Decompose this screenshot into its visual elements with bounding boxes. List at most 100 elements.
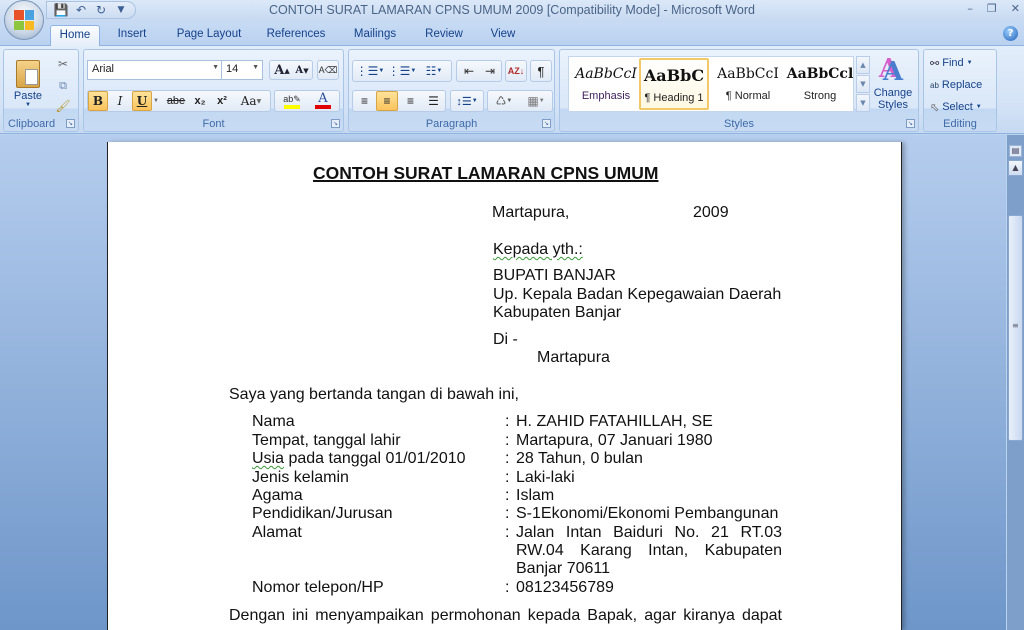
undo-icon[interactable]: ↶: [73, 3, 89, 17]
title-bar: CONTOH SURAT LAMARAN CPNS UMUM 2009 [Com…: [0, 0, 1024, 22]
line-spacing-button[interactable]: ↕☰ ▼: [452, 92, 482, 110]
customize-icon[interactable]: ▼: [113, 5, 129, 15]
minimize-button[interactable]: –: [967, 2, 973, 15]
tab-review[interactable]: Review: [418, 25, 470, 46]
select-button[interactable]: ⬁ Select ▼: [930, 98, 994, 116]
tab-view[interactable]: View: [484, 25, 522, 46]
borders-button[interactable]: ▦ ▼: [521, 92, 551, 110]
scroll-up-button[interactable]: ▲: [1008, 160, 1023, 176]
font-color-button[interactable]: A: [309, 92, 337, 110]
styles-gallery-scroll: ▲ ▼ ▼: [856, 56, 870, 112]
field-row: Usia pada tanggal 01/01/2010:28 Tahun, 0…: [252, 450, 643, 467]
highlight-button[interactable]: ab✎: [277, 92, 307, 110]
letter-closing: Dengan ini menyampaikan permohonan kepad…: [229, 607, 782, 624]
save-icon[interactable]: 💾: [53, 3, 69, 17]
font-name-combo[interactable]: Arial ▼: [87, 60, 223, 80]
tab-home[interactable]: Home: [50, 25, 100, 47]
chevron-down-icon: ▼: [252, 64, 259, 71]
field-row: Alamat: Jalan Intan Baiduri No. 21 RT.03 …: [252, 524, 782, 578]
style-heading-1[interactable]: AaBbC ¶ Heading 1: [639, 58, 709, 110]
font-size-combo[interactable]: 14 ▼: [221, 60, 263, 80]
shrink-font-button[interactable]: A ▼: [292, 61, 312, 79]
gallery-up-icon[interactable]: ▲: [856, 56, 870, 74]
decrease-indent-icon[interactable]: ⇤: [459, 62, 479, 80]
replace-button[interactable]: ab Replace: [930, 76, 994, 94]
letter-di: Di -: [493, 331, 518, 348]
bold-button[interactable]: B: [88, 91, 108, 111]
numbered-list-icon: ⋮☰: [387, 64, 411, 78]
borders-icon: ▦: [527, 94, 539, 108]
font-color-icon: A: [318, 91, 328, 106]
restore-button[interactable]: ❐: [987, 2, 997, 15]
window-title: CONTOH SURAT LAMARAN CPNS UMUM 2009 [Com…: [269, 3, 755, 17]
highlighter-icon: ab✎: [283, 93, 301, 104]
subscript-button[interactable]: x₂: [190, 91, 210, 111]
shading-button[interactable]: ♺ ▼: [489, 92, 519, 110]
paragraph-launcher-icon[interactable]: ↘: [542, 119, 551, 128]
redo-icon[interactable]: ↻: [93, 3, 109, 17]
copy-icon[interactable]: ⧉: [54, 78, 72, 94]
format-painter-icon[interactable]: 🖌: [54, 98, 72, 114]
recipient-line-1: BUPATI BANJAR: [493, 267, 616, 284]
field-row: Agama: Islam: [252, 487, 555, 504]
align-left-button[interactable]: ≡: [354, 92, 375, 110]
bullet-list-icon: ⋮☰: [355, 64, 379, 78]
letter-kepada: Kepada yth.:: [493, 241, 583, 258]
style-strong[interactable]: AaBbCcl Strong: [785, 58, 855, 110]
field-row: Jenis kelamin: Laki-laki: [252, 469, 575, 486]
multilevel-list-icon: ☷: [425, 64, 437, 78]
paint-bucket-icon: ♺: [495, 94, 507, 108]
bullets-button[interactable]: ⋮☰ ▼: [355, 62, 385, 80]
clear-formatting-icon[interactable]: A⌫: [319, 62, 338, 78]
office-logo-icon: [14, 10, 34, 30]
find-button[interactable]: ⚯ Find ▼: [930, 54, 994, 72]
font-launcher-icon[interactable]: ↘: [331, 119, 340, 128]
field-row: Pendidikan/Jurusan: S-1Ekonomi/Ekonomi Pe…: [252, 505, 779, 522]
help-icon[interactable]: ?: [1003, 26, 1018, 41]
tab-mailings[interactable]: Mailings: [346, 25, 404, 46]
multilevel-list-button[interactable]: ☷ ▼: [419, 62, 449, 80]
cut-icon[interactable]: ✂: [54, 56, 72, 72]
change-styles-button[interactable]: A Change Styles: [872, 54, 914, 114]
font-group: Arial ▼ 14 ▼ A ▲ A ▼ A⌫ B I U ▼ abe x₂ x² Aa…: [83, 49, 344, 132]
tab-references[interactable]: References: [260, 25, 332, 46]
quick-access-toolbar: 💾 ↶ ↻ ▼: [46, 1, 136, 19]
vertical-scrollbar[interactable]: ▤ ▲ ≡: [1007, 135, 1024, 630]
editing-group: ⚯ Find ▼ ab Replace ⬁ Select ▼ Editing: [923, 49, 997, 132]
superscript-button[interactable]: x²: [212, 91, 232, 111]
show-formatting-icon[interactable]: ¶: [532, 62, 550, 80]
increase-indent-icon[interactable]: ⇥: [480, 62, 500, 80]
underline-button[interactable]: U: [132, 91, 152, 111]
sort-icon[interactable]: AZ↓: [507, 62, 525, 80]
styles-group: AaBbCcI Emphasis AaBbC ¶ Heading 1 AaBbC…: [559, 49, 919, 132]
strikethrough-button[interactable]: abe: [164, 91, 188, 111]
italic-button[interactable]: I: [110, 91, 130, 111]
letter-di-city: Martapura: [537, 349, 610, 366]
numbering-button[interactable]: ⋮☰ ▼: [387, 62, 417, 80]
paste-button[interactable]: Paste ▼: [10, 54, 46, 114]
clipboard-group: Paste ▼ ✂ ⧉ 🖌 Clipboard ↘: [3, 49, 79, 132]
ruler-toggle-icon[interactable]: ▤: [1009, 145, 1022, 157]
line-spacing-icon: ↕☰: [456, 95, 472, 108]
style-emphasis[interactable]: AaBbCcI Emphasis: [571, 58, 641, 110]
gallery-down-icon[interactable]: ▼: [856, 75, 870, 93]
underline-dropdown-icon[interactable]: ▼: [152, 91, 160, 111]
clipboard-launcher-icon[interactable]: ↘: [66, 119, 75, 128]
style-normal[interactable]: AaBbCcI ¶ Normal: [713, 58, 783, 110]
scroll-thumb[interactable]: ≡: [1008, 215, 1023, 441]
office-button[interactable]: [4, 0, 44, 40]
letter-intro: Saya yang bertanda tangan di bawah ini,: [229, 386, 519, 403]
tab-insert[interactable]: Insert: [108, 25, 156, 46]
field-row: Nama: H. ZAHID FATAHILLAH, SE: [252, 413, 713, 430]
grow-font-button[interactable]: A ▲: [272, 61, 292, 79]
styles-launcher-icon[interactable]: ↘: [906, 119, 915, 128]
justify-button[interactable]: ☰: [423, 92, 444, 110]
document-title: CONTOH SURAT LAMARAN CPNS UMUM: [313, 163, 659, 183]
close-button[interactable]: ✕: [1011, 2, 1020, 15]
align-center-button[interactable]: ≡: [376, 91, 398, 111]
recipient-line-3: Kabupaten Banjar: [493, 304, 622, 321]
gallery-more-icon[interactable]: ▼: [856, 94, 870, 112]
align-right-button[interactable]: ≡: [400, 92, 421, 110]
tab-page-layout[interactable]: Page Layout: [170, 25, 248, 46]
change-case-button[interactable]: Aa ▼: [236, 91, 266, 111]
